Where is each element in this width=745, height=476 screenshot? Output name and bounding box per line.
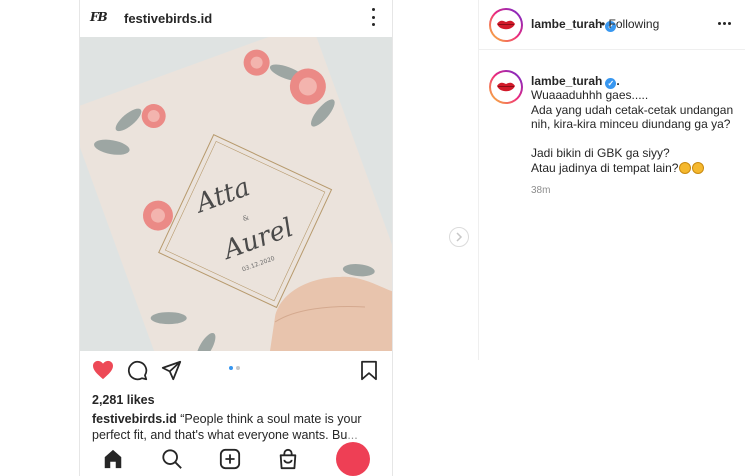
shop-icon[interactable] <box>277 448 299 470</box>
phone-action-bar <box>80 354 392 388</box>
more-icon[interactable] <box>718 22 731 25</box>
post-header: lambe_turah ✓ • Following <box>479 0 745 50</box>
thinking-emoji-icon <box>679 161 692 174</box>
post-media-panel: FB festivebirds.id Atta & Aurel 03.12.20… <box>0 0 478 476</box>
invitation-photo: Atta & Aurel 03.12.2020 <box>80 37 392 351</box>
instagram-post-page: FB festivebirds.id Atta & Aurel 03.12.20… <box>0 0 745 476</box>
comment-timestamp[interactable]: 38m <box>531 185 550 196</box>
phone-caption: festivebirds.id “People think a soul mat… <box>92 411 387 443</box>
more-icon <box>370 8 376 26</box>
caption-username[interactable]: festivebirds.id <box>92 412 177 426</box>
carousel-next-button[interactable] <box>449 227 469 247</box>
avatar[interactable] <box>489 70 523 104</box>
search-icon[interactable] <box>161 448 183 470</box>
comment-username[interactable]: lambe_turah ✓. <box>531 74 620 89</box>
festivebirds-logo: FB <box>90 10 108 24</box>
home-icon[interactable] <box>102 448 124 470</box>
carousel-dots <box>229 366 240 370</box>
invitation-card-illustration: Atta & Aurel 03.12.2020 <box>80 37 392 351</box>
post-details-panel: lambe_turah✓ • Following lambe_turah✓. <box>479 0 745 476</box>
add-icon[interactable] <box>219 448 241 470</box>
bookmark-icon[interactable] <box>360 360 378 381</box>
heart-icon[interactable] <box>92 360 114 380</box>
comment-text: Wuaaaduhhh gaes..... Ada yang udah cetak… <box>531 88 734 175</box>
thinking-emoji-icon <box>692 161 705 174</box>
lips-logo-icon <box>497 20 515 30</box>
phone-post-header: FB festivebirds.id <box>80 0 392 36</box>
follow-status[interactable]: • Following <box>601 17 659 31</box>
phone-username: festivebirds.id <box>124 10 213 26</box>
lips-logo-icon <box>497 82 515 92</box>
comment-icon[interactable] <box>127 360 148 381</box>
avatar[interactable] <box>489 8 523 42</box>
share-icon[interactable] <box>161 360 182 381</box>
phone-bottom-nav <box>80 442 392 476</box>
phone-screenshot: FB festivebirds.id Atta & Aurel 03.12.20… <box>79 0 393 476</box>
chevron-right-icon <box>456 232 463 242</box>
record-button[interactable] <box>335 442 370 476</box>
phone-likes-count: 2,281 likes <box>92 393 155 407</box>
